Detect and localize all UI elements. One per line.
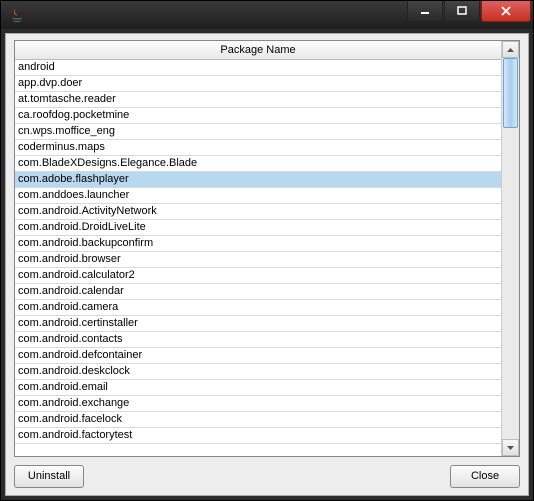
table-row[interactable]: com.android.facelock — [15, 412, 501, 428]
table-row[interactable]: com.android.DroidLiveLite — [15, 220, 501, 236]
java-icon — [9, 7, 25, 23]
close-button[interactable]: Close — [450, 465, 520, 488]
scroll-thumb[interactable] — [503, 58, 518, 128]
scroll-up-button[interactable] — [502, 41, 519, 58]
table-row[interactable]: com.android.exchange — [15, 396, 501, 412]
close-window-button[interactable] — [481, 1, 531, 22]
titlebar[interactable] — [1, 1, 533, 29]
table-row[interactable]: com.BladeXDesigns.Elegance.Blade — [15, 156, 501, 172]
table-row[interactable]: com.android.calculator2 — [15, 268, 501, 284]
table-row[interactable]: com.android.ActivityNetwork — [15, 204, 501, 220]
table-row[interactable]: app.dvp.doer — [15, 76, 501, 92]
table-row[interactable]: com.android.certinstaller — [15, 316, 501, 332]
button-bar: Uninstall Close — [6, 457, 528, 495]
column-header[interactable]: Package Name — [15, 41, 501, 60]
maximize-button[interactable] — [444, 1, 480, 22]
scroll-down-button[interactable] — [502, 439, 519, 456]
client-area: Package Name androidapp.dvp.doerat.tomta… — [5, 33, 529, 496]
table-row[interactable]: com.android.calendar — [15, 284, 501, 300]
scroll-track[interactable] — [502, 58, 519, 439]
uninstall-button[interactable]: Uninstall — [14, 465, 84, 488]
table-row[interactable]: coderminus.maps — [15, 140, 501, 156]
table-row[interactable]: com.android.factorytest — [15, 428, 501, 444]
table-row[interactable]: android — [15, 60, 501, 76]
table-row[interactable]: com.android.camera — [15, 300, 501, 316]
table-row[interactable]: com.android.browser — [15, 252, 501, 268]
package-table: Package Name androidapp.dvp.doerat.tomta… — [14, 40, 520, 457]
app-window: Package Name androidapp.dvp.doerat.tomta… — [0, 0, 534, 501]
table-row[interactable]: com.android.backupconfirm — [15, 236, 501, 252]
minimize-button[interactable] — [407, 1, 443, 22]
table-row[interactable]: ca.roofdog.pocketmine — [15, 108, 501, 124]
table-row[interactable]: at.tomtasche.reader — [15, 92, 501, 108]
table-row[interactable]: com.adobe.flashplayer — [15, 172, 501, 188]
table-row[interactable]: com.anddoes.launcher — [15, 188, 501, 204]
package-rows[interactable]: androidapp.dvp.doerat.tomtasche.readerca… — [15, 60, 501, 456]
vertical-scrollbar[interactable] — [501, 41, 519, 456]
table-row[interactable]: com.android.defcontainer — [15, 348, 501, 364]
table-row[interactable]: com.android.email — [15, 380, 501, 396]
table-row[interactable]: cn.wps.moffice_eng — [15, 124, 501, 140]
table-row[interactable]: com.android.contacts — [15, 332, 501, 348]
table-row[interactable]: com.android.deskclock — [15, 364, 501, 380]
